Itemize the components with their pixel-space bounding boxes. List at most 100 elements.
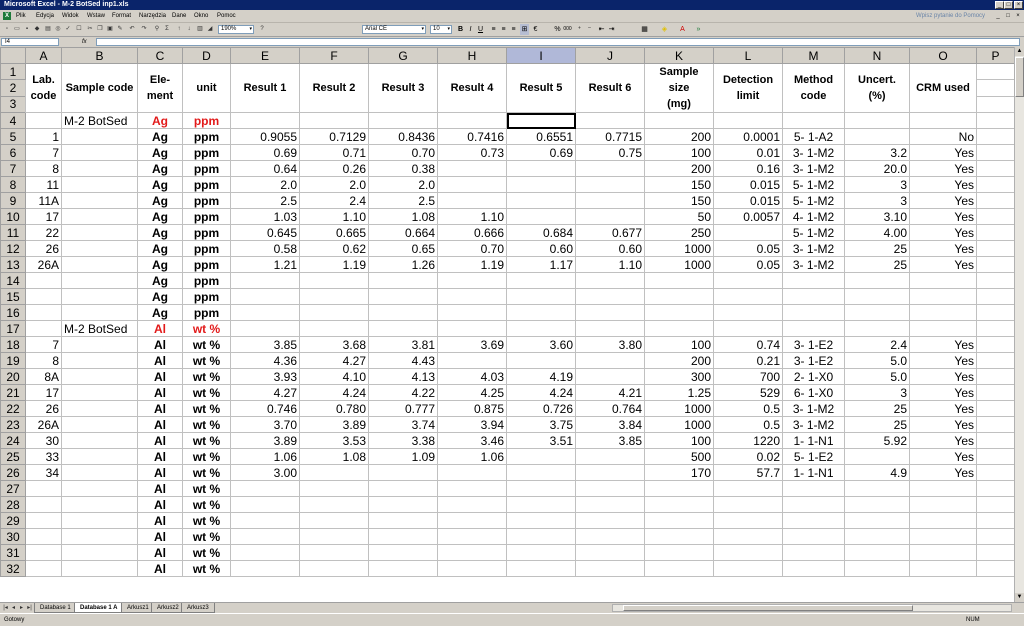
percent-button[interactable]: % <box>553 24 562 35</box>
cell[interactable]: 17 <box>25 208 62 225</box>
column-header[interactable]: O <box>909 47 977 64</box>
cell[interactable]: Al <box>137 368 183 385</box>
cell[interactable] <box>437 320 507 337</box>
cell[interactable]: 1.26 <box>368 256 438 273</box>
cell[interactable] <box>368 480 438 497</box>
cell[interactable] <box>299 272 369 289</box>
cell[interactable] <box>299 112 369 129</box>
format-painter-icon[interactable]: ✎ <box>116 25 124 34</box>
cell[interactable] <box>575 368 645 385</box>
cell[interactable]: 7 <box>25 144 62 161</box>
cell[interactable]: 3.89 <box>230 432 300 449</box>
cell[interactable] <box>976 544 1015 561</box>
header-cell[interactable]: Result 3 <box>368 63 438 113</box>
cell[interactable] <box>976 95 1015 114</box>
cell[interactable]: 26 <box>25 400 62 417</box>
cell[interactable]: 5- 1-A2 <box>782 128 845 145</box>
cell[interactable]: 0.71 <box>299 144 369 161</box>
cell[interactable] <box>25 304 62 321</box>
cell[interactable]: 0.0057 <box>713 208 783 225</box>
cell[interactable]: 3.46 <box>437 432 507 449</box>
help-question-input[interactable]: Wpisz pytanie do Pomocy <box>916 12 985 21</box>
header-cell[interactable]: Sample code <box>61 63 138 113</box>
horizontal-scrollbar[interactable] <box>612 604 1012 612</box>
doc-restore-icon[interactable]: □ <box>1004 12 1012 20</box>
cell[interactable]: ppm <box>182 240 231 257</box>
cell[interactable]: 1.19 <box>299 256 369 273</box>
column-header[interactable]: F <box>299 47 369 64</box>
row-header[interactable]: 17 <box>0 320 26 337</box>
cell[interactable] <box>976 512 1015 529</box>
cell[interactable]: 1.06 <box>230 448 300 465</box>
cell[interactable]: 1.08 <box>299 448 369 465</box>
cell[interactable]: wt % <box>182 352 231 369</box>
cell[interactable]: Al <box>137 480 183 497</box>
cell[interactable] <box>844 128 910 145</box>
cell[interactable] <box>644 320 714 337</box>
column-header[interactable]: N <box>844 47 910 64</box>
cell[interactable]: 0.05 <box>713 240 783 257</box>
cell[interactable] <box>976 480 1015 497</box>
cell[interactable]: 5.92 <box>844 432 910 449</box>
cell[interactable] <box>368 464 438 481</box>
cell[interactable]: 1.10 <box>437 208 507 225</box>
cell[interactable] <box>61 416 138 433</box>
cell[interactable]: 0.5 <box>713 416 783 433</box>
header-cell[interactable]: Result 6 <box>575 63 645 113</box>
column-header[interactable]: L <box>713 47 783 64</box>
cell[interactable] <box>644 112 714 129</box>
cell[interactable]: 11 <box>25 176 62 193</box>
cell[interactable] <box>299 496 369 513</box>
cell[interactable] <box>976 528 1015 545</box>
align-center-icon[interactable]: ≡ <box>499 24 508 35</box>
cell[interactable]: Ag <box>137 224 183 241</box>
font-color-icon[interactable]: A <box>678 24 687 35</box>
cell[interactable]: ppm <box>182 176 231 193</box>
cell[interactable] <box>506 112 576 129</box>
cell[interactable] <box>61 208 138 225</box>
sheet-tab-arkusz1[interactable]: Arkusz1 <box>121 603 155 613</box>
cell[interactable] <box>575 496 645 513</box>
cell[interactable]: 2.0 <box>230 176 300 193</box>
cell[interactable]: 1.10 <box>575 256 645 273</box>
cell[interactable] <box>713 512 783 529</box>
cell[interactable] <box>506 560 576 577</box>
cell[interactable]: wt % <box>182 464 231 481</box>
cell[interactable] <box>506 512 576 529</box>
cell[interactable] <box>437 112 507 129</box>
cell[interactable] <box>368 304 438 321</box>
cell[interactable]: Yes <box>909 240 977 257</box>
cell[interactable]: 25 <box>844 400 910 417</box>
cell[interactable]: 1220 <box>713 432 783 449</box>
cell[interactable] <box>782 544 845 561</box>
cell[interactable] <box>976 192 1015 209</box>
cell[interactable]: wt % <box>182 480 231 497</box>
cell[interactable] <box>61 272 138 289</box>
cell[interactable]: 3.94 <box>437 416 507 433</box>
fx-icon[interactable]: fx <box>82 37 87 47</box>
cell[interactable] <box>575 112 645 129</box>
cell[interactable] <box>61 304 138 321</box>
cell[interactable]: 4.27 <box>230 384 300 401</box>
cell[interactable]: 1.17 <box>506 256 576 273</box>
cell[interactable] <box>437 352 507 369</box>
cell[interactable]: 3- 1-M2 <box>782 240 845 257</box>
cell[interactable] <box>844 560 910 577</box>
row-header[interactable]: 15 <box>0 288 26 305</box>
cell[interactable]: M-2 BotSed <box>61 112 138 129</box>
cell[interactable]: Yes <box>909 336 977 353</box>
cell[interactable] <box>506 528 576 545</box>
cell[interactable]: wt % <box>182 544 231 561</box>
sort-asc-icon[interactable]: ↑ <box>175 25 183 34</box>
cell[interactable]: 0.05 <box>713 256 783 273</box>
cell[interactable] <box>909 112 977 129</box>
cell[interactable]: 3 <box>844 384 910 401</box>
header-cell[interactable]: Result 2 <box>299 63 369 113</box>
cell[interactable]: Ag <box>137 192 183 209</box>
cell[interactable] <box>299 560 369 577</box>
cell[interactable]: 0.60 <box>575 240 645 257</box>
cell[interactable] <box>61 144 138 161</box>
cell[interactable]: 4- 1-M2 <box>782 208 845 225</box>
header-cell[interactable]: Uncert. (%) <box>844 63 910 113</box>
menu-dane[interactable]: Dane <box>172 10 186 23</box>
